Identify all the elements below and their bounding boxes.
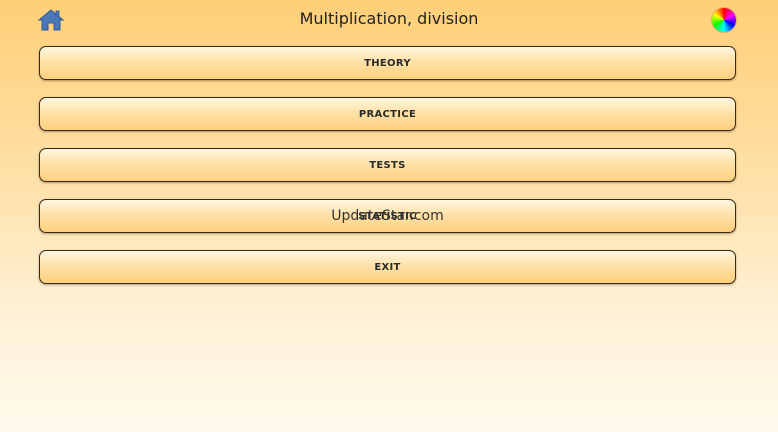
exit-label: EXIT <box>374 261 401 273</box>
app-header: Multiplication, division <box>0 0 778 40</box>
theory-label: THEORY <box>364 57 411 69</box>
statistic-button[interactable]: STATISTIC UpdateStar.com <box>39 199 736 233</box>
practice-label: PRACTICE <box>358 108 417 120</box>
practice-button[interactable]: PRACTICE <box>39 97 736 131</box>
color-wheel-icon[interactable] <box>712 8 736 32</box>
statistic-label: STATISTIC <box>358 210 417 222</box>
theory-button[interactable]: THEORY <box>39 46 736 80</box>
tests-label: TESTS <box>369 159 406 171</box>
main-menu: THEORY PRACTICE TESTS STATISTIC UpdateSt… <box>39 46 736 301</box>
page-title: Multiplication, division <box>299 9 479 28</box>
exit-button[interactable]: EXIT <box>39 250 736 284</box>
tests-button[interactable]: TESTS <box>39 148 736 182</box>
